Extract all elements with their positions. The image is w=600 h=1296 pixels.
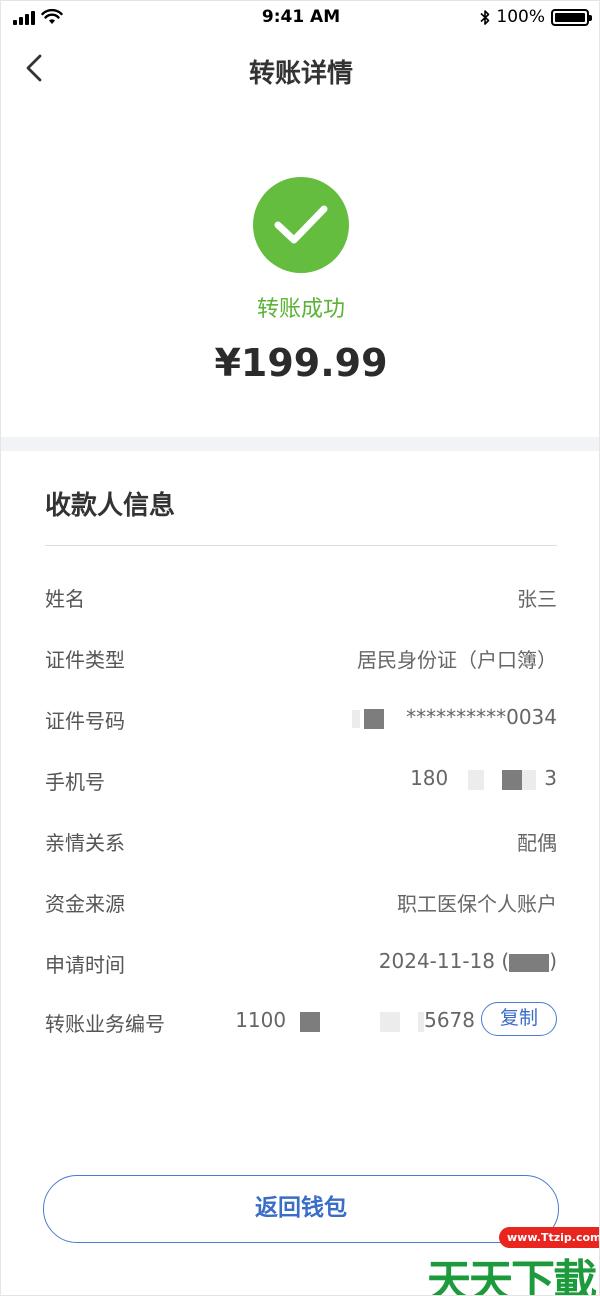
row-label: 姓名	[45, 587, 85, 611]
status-bar: 9:41 AM 100%	[1, 1, 599, 35]
copy-button[interactable]: 复制	[481, 1002, 557, 1036]
redaction-mask	[380, 1011, 401, 1032]
redaction-mask	[509, 953, 550, 972]
redaction-mask	[522, 769, 537, 790]
section-divider	[1, 437, 599, 451]
row-value: 职工医保个人账户	[397, 892, 557, 916]
row-value: 2024-11-18 ()	[378, 949, 557, 973]
row-label: 转账业务编号	[45, 1012, 165, 1036]
row-value: 配偶	[517, 831, 557, 855]
row-label: 证件类型	[45, 648, 125, 672]
row-value: 1100 5678	[235, 1008, 475, 1032]
section-separator	[45, 545, 557, 546]
page-title: 转账详情	[248, 59, 353, 89]
bluetooth-icon	[480, 9, 490, 25]
transfer-status: 转账成功	[256, 297, 345, 322]
checkmark-icon	[274, 205, 328, 244]
row-label: 证件号码	[45, 709, 125, 733]
success-badge	[253, 177, 349, 273]
redaction-mask	[364, 708, 385, 729]
row-value-suffix: 3	[544, 766, 557, 790]
redaction-mask	[502, 769, 523, 790]
row-value-prefix: 1100	[235, 1008, 287, 1032]
row-value-prefix: 180	[410, 766, 449, 790]
row-transfer-id: 转账业务编号 1100 5678 复制	[45, 1000, 557, 1040]
app-screen: 9:41 AM 100% 转账详情 转账成功 ¥199.99 收款人信息 姓名 …	[0, 0, 600, 1296]
row-id-type: 证件类型 居民身份证（户口簿）	[45, 636, 557, 676]
row-phone: 手机号 180 3	[45, 758, 557, 798]
row-fund-source: 资金来源 职工医保个人账户	[45, 880, 557, 920]
watermark-text: 天天下載	[427, 1256, 597, 1296]
row-name: 姓名 张三	[45, 575, 557, 615]
row-value: 居民身份证（户口簿）	[357, 648, 557, 672]
row-apply-time: 申请时间 2024-11-18 ()	[45, 941, 557, 981]
redaction-mask	[468, 769, 485, 790]
battery-percent: 100%	[496, 7, 545, 27]
row-value-suffix: 5678	[424, 1008, 475, 1032]
status-right: 100%	[480, 7, 592, 27]
redaction-mask	[352, 709, 361, 728]
result-hero: 转账成功 ¥199.99	[1, 101, 599, 437]
row-value-suffix: **********0034	[406, 705, 557, 729]
payee-section-title: 收款人信息	[45, 491, 176, 521]
nav-bar: 转账详情	[1, 41, 599, 97]
redaction-mask	[300, 1011, 321, 1032]
row-value-prefix: 2024-11-18	[378, 949, 496, 973]
row-value: 180 3	[410, 766, 557, 790]
row-label: 亲情关系	[45, 831, 125, 855]
row-label: 资金来源	[45, 892, 125, 916]
row-value: **********0034	[352, 705, 557, 729]
row-id-number: 证件号码 **********0034	[45, 697, 557, 737]
row-value: 张三	[517, 587, 557, 611]
row-label: 申请时间	[45, 953, 125, 977]
battery-icon	[551, 8, 592, 26]
site-watermark: www.Ttzip.com 天天下載	[425, 1219, 599, 1296]
transfer-amount: ¥199.99	[214, 341, 388, 385]
row-relation: 亲情关系 配偶	[45, 819, 557, 859]
row-label: 手机号	[45, 770, 105, 794]
